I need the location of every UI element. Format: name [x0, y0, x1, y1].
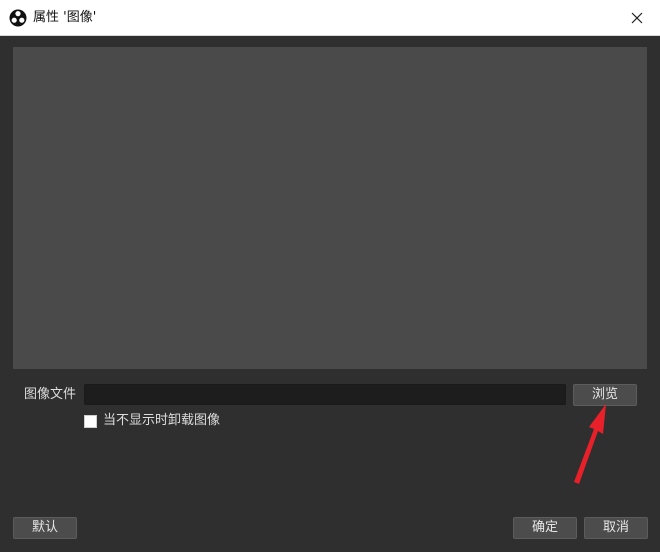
dialog-content: 图像文件 浏览 当不显示时卸载图像 默认 确定 取消: [0, 36, 660, 552]
close-button[interactable]: [614, 0, 660, 35]
image-preview-area: [13, 47, 647, 369]
unload-when-hidden-checkbox-row[interactable]: 当不显示时卸载图像: [84, 412, 220, 430]
unload-when-hidden-checkbox[interactable]: [84, 414, 97, 428]
obs-logo-icon: [9, 9, 27, 27]
close-icon: [631, 12, 643, 23]
ok-button[interactable]: 确定: [513, 517, 577, 539]
image-file-input[interactable]: [84, 384, 566, 405]
browse-button[interactable]: 浏览: [573, 384, 637, 406]
cancel-button[interactable]: 取消: [584, 517, 648, 539]
defaults-button[interactable]: 默认: [13, 517, 77, 539]
properties-dialog: 属性 '图像' 图像文件 浏览 当不显示时卸载图像 默认 确定 取消: [0, 0, 660, 552]
window-title: 属性 '图像': [33, 10, 97, 25]
title-bar[interactable]: 属性 '图像': [0, 0, 660, 36]
unload-when-hidden-label: 当不显示时卸载图像: [103, 413, 221, 428]
image-file-label: 图像文件: [24, 387, 77, 402]
